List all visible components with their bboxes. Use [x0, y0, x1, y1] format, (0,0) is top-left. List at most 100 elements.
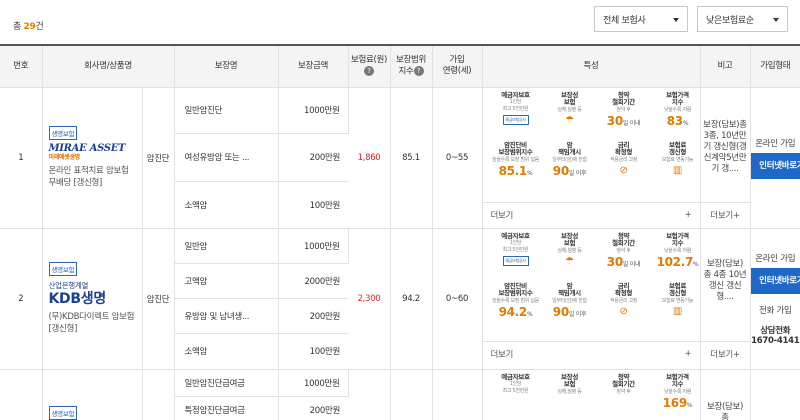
help-icon[interactable]: ?: [413, 66, 424, 76]
company-cell: 생명보험: [42, 369, 143, 420]
product-table: 번호 회사명/상품명 보장명 보장금액 보험료(원)? 보장범위 지수? 가입 연령…: [0, 44, 800, 420]
phone-number[interactable]: 1670-4141: [751, 336, 800, 346]
feature-rate: 금리 확정형 적용금리 고정 ⊘: [609, 281, 638, 317]
col-age: 가입 연령(세): [432, 44, 483, 88]
feature-price-index: 보험가격 지수 낮을수록 저렴 102.7%: [656, 231, 699, 269]
coverage-amount: 2000만원: [278, 263, 348, 299]
row-number: 1: [0, 87, 43, 229]
chart-icon: ▥: [672, 305, 683, 317]
deposit-insurance-logo: 예금보험공사: [502, 256, 529, 266]
category-badge: 생명보험: [48, 405, 78, 420]
help-icon[interactable]: ?: [364, 66, 374, 76]
chart-icon: ▥: [672, 164, 683, 176]
feature-deposit: 예금자보호 1인당 최고 5천만원 예금보험공사: [489, 91, 543, 142]
join-cell: 온라인 가입 인터넷바로가입 전화 가입 상담전화 1670-4141: [750, 228, 800, 370]
coverage-amount: 100만원: [278, 181, 348, 229]
feature-more-button[interactable]: 더보기 +: [482, 201, 700, 228]
feature-cancel-period: 청약 철회기간 청약 후 30일 이내: [606, 231, 641, 269]
feature-renewal: 보험료 갱신형 보험료 변동가능 ▥: [661, 140, 694, 176]
company-cell: 생명보험 산업은행계열 KDB생명 (무)KDB다이렉트 암보험 [갱신형]: [42, 228, 143, 370]
premium-value: 1,860: [348, 87, 391, 229]
umbrella-icon: ☂: [565, 255, 574, 267]
internet-join-button[interactable]: 인터넷바로가입: [750, 152, 800, 179]
coverage-amount: 1000만원: [278, 369, 349, 397]
table-row: 1 생명보험 MIRAE ASSET 미래에셋생명 온라인 표적치료 암보험 무…: [0, 87, 800, 229]
deposit-insurance-logo: 예금보험공사: [502, 115, 529, 125]
feature-cancel-period: 청약 철회기간 청약 후 30일 이내: [606, 90, 641, 128]
insurer-filter-select[interactable]: 전체 보험사: [594, 6, 688, 32]
table-row: 2 생명보험 산업은행계열 KDB생명 (무)KDB다이렉트 암보험 [갱신형]…: [0, 228, 800, 370]
coverage-name: 소액암: [174, 181, 279, 229]
scope-index: 94.2: [390, 228, 433, 370]
sort-select[interactable]: 낮은보험료순: [697, 6, 788, 32]
company-cell: 생명보험 MIRAE ASSET 미래에셋생명 온라인 표적치료 암보험 무배당…: [42, 87, 143, 229]
table-row: 생명보험 일반암진단급여금 1000만원 예금자보호 1인당 최고 5천만원 보…: [0, 369, 800, 420]
internet-join-button[interactable]: 인터넷바로가입: [750, 267, 800, 294]
percent-icon: ⊘: [619, 305, 628, 317]
feature-scope-index: 암진단비 보장범위지수 높을수록 보장 범위 넓음 85.1%: [492, 140, 539, 178]
join-cell: 온라인 가입 인터넷바로가입: [750, 87, 800, 229]
col-coverage: 보장명: [174, 44, 279, 88]
col-no: 번호: [0, 44, 43, 88]
coverage-name: 소액암: [174, 333, 279, 370]
top-bar: 총 29건 전체 보험사 낮은보험료순: [0, 0, 800, 44]
feature-more-button[interactable]: 더보기 +: [482, 340, 700, 367]
note-cell: 보장(담보) 총 4종 10년 갱신 갱신형.... 더보기+: [700, 228, 751, 370]
coverage-amount: 100만원: [278, 333, 348, 370]
coverage-name: 특정암진단급여금: [174, 396, 279, 420]
premium-value: 2,300: [348, 228, 391, 370]
coverage-name: 고액암: [174, 263, 279, 299]
feature-type: 보장성 보험 상해,질병 등 ☂: [557, 231, 582, 267]
row-number: 2: [0, 228, 43, 370]
feature-rate: 금리 확정형 적용금리 고정 ⊘: [609, 140, 638, 176]
coverage-name: 일반암: [174, 228, 279, 264]
kdb-logo: KDB생명: [48, 291, 107, 307]
coverage-amount: 1000만원: [278, 87, 349, 134]
plus-icon: +: [684, 210, 692, 220]
feature-panel: 예금자보호 1인당 최고 5천만원 예금보험공사 보장성 보험 상해,질병 등 …: [482, 228, 701, 370]
feature-price-index: 보험가격 지수 낮을수록 저렴 83%: [663, 90, 692, 128]
percent-icon: ⊘: [619, 164, 628, 176]
product-name[interactable]: 온라인 표적치료 암보험 무배당 [갱신형]: [49, 165, 136, 189]
note-more-button[interactable]: 더보기+: [700, 340, 750, 367]
coverage-name: 일반암진단: [174, 87, 279, 134]
feature-responsibility: 암 책임개시 일부터(암)에 한함 90일 이후: [552, 140, 587, 178]
note-cell: 보장(담보)총3종, 10년만기 갱신형(갱신계약5년만기 갱.... 더보기+: [700, 87, 751, 229]
coverage-amount: 200만원: [278, 298, 348, 334]
coverage-amount: 1000만원: [278, 228, 349, 264]
col-company: 회사명/상품명: [42, 44, 175, 88]
total-count: 총 29건: [13, 22, 44, 32]
feature-panel: 예금자보호 1인당 최고 5천만원 예금보험공사 보장성 보험 상해,질병 등 …: [482, 87, 701, 229]
category-badge: 생명보험: [48, 262, 78, 276]
mirae-asset-logo: MIRAE ASSET: [48, 143, 126, 154]
note-more-button[interactable]: 더보기+: [700, 201, 750, 228]
age-range: 0~60: [432, 228, 483, 370]
note-cell: 보장(담보) 총: [700, 369, 751, 420]
product-category: 암진단: [142, 87, 175, 229]
product-name[interactable]: (무)KDB다이렉트 암보험 [갱신형]: [49, 311, 136, 335]
total-number: 29: [23, 22, 36, 32]
feature-panel: 예금자보호 1인당 최고 5천만원 보장성 보험 상해,질병 등 청약 철회기간…: [482, 369, 701, 420]
age-range: 0~55: [432, 87, 483, 229]
coverage-name: 일반암진단급여금: [174, 369, 279, 397]
feature-responsibility: 암 책임개시 일부터(암)에 한함 90일 이후: [552, 281, 587, 319]
coverage-amount: 200만원: [278, 133, 348, 183]
scope-index: 85.1: [390, 87, 433, 229]
chevron-down-icon: [673, 18, 679, 22]
product-category: 암진단: [142, 228, 175, 370]
plus-icon: +: [684, 349, 692, 359]
umbrella-icon: ☂: [565, 114, 574, 126]
table-header: 번호 회사명/상품명 보장명 보장금액 보험료(원)? 보장범위 지수? 가입 연령…: [0, 44, 800, 88]
col-scope: 보장범위 지수?: [390, 44, 433, 88]
chevron-down-icon: [773, 18, 779, 22]
feature-type: 보장성 보험 상해,질병 등 ☂: [557, 90, 582, 126]
coverage-name: 여성유방암 또는 ...: [174, 133, 279, 183]
col-feature: 특성: [482, 44, 701, 88]
coverage-name: 유방암 및 남녀생...: [174, 298, 279, 334]
feature-scope-index: 암진단비 보장범위지수 높을수록 보장 범위 넓음 94.2%: [492, 281, 539, 319]
coverage-amount: 200만원: [278, 396, 348, 420]
col-join: 가입형태: [750, 44, 800, 88]
col-note: 비고: [700, 44, 751, 88]
feature-deposit: 예금자보호 1인당 최고 5천만원 예금보험공사: [489, 232, 543, 283]
category-badge: 생명보험: [48, 126, 78, 140]
